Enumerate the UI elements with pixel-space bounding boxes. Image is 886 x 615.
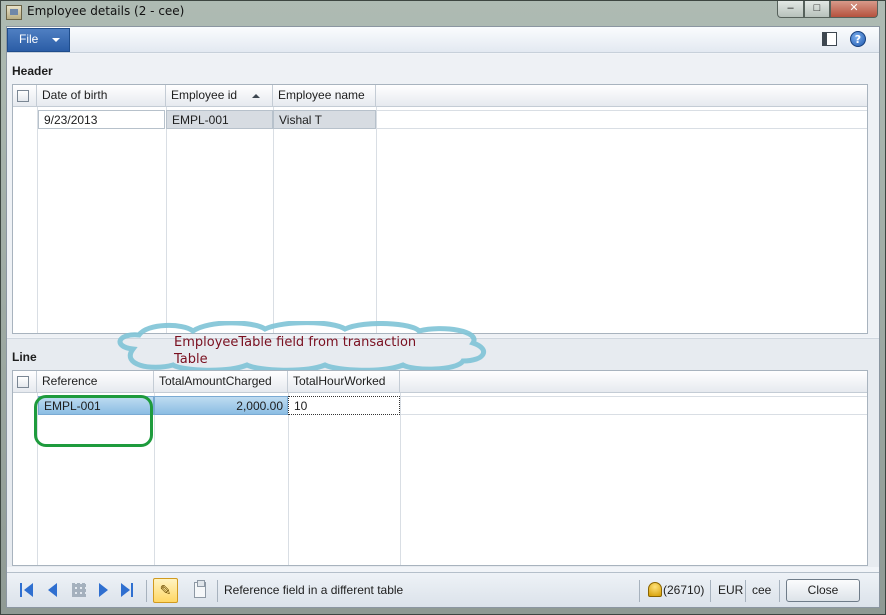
divider: [710, 580, 711, 602]
line-grid-column-headers: Reference TotalAmountCharged TotalHourWo…: [13, 371, 867, 393]
column-header-employee-name[interactable]: Employee name: [273, 85, 376, 107]
column-divider: [288, 393, 289, 565]
header-section-label: Header: [12, 64, 53, 78]
layout-icon[interactable]: [822, 32, 837, 46]
column-divider: [166, 107, 167, 333]
header-grid-column-headers: Date of birth Employee id Employee name: [13, 85, 867, 107]
menu-bar: File ?: [7, 27, 879, 53]
chevron-down-icon: [52, 38, 60, 42]
edit-pencil-icon[interactable]: ✎: [153, 578, 178, 603]
maximize-button[interactable]: □: [804, 1, 830, 18]
column-header-label: Employee id: [171, 88, 238, 102]
divider: [639, 580, 640, 602]
window-close-button[interactable]: ✕: [830, 1, 878, 18]
cell-employee-name[interactable]: Vishal T: [273, 110, 376, 129]
row-filler: [376, 110, 867, 129]
first-record-icon[interactable]: [20, 583, 36, 597]
select-all-column: [13, 85, 37, 107]
divider: [146, 580, 147, 602]
cell-total-hour-worked[interactable]: 10: [288, 396, 400, 415]
notification-bell-icon[interactable]: [648, 582, 662, 597]
select-all-column: [13, 371, 37, 393]
annotation-text: EmployeeTable field from transaction Tab…: [174, 335, 417, 367]
form-client-area: File ? Header Date of birth Employee id …: [6, 26, 880, 608]
select-all-checkbox[interactable]: [17, 90, 29, 102]
application-window: Employee details (2 - cee) – □ ✕ File ? …: [0, 0, 886, 615]
column-header-date-of-birth[interactable]: Date of birth: [37, 85, 166, 107]
last-record-icon[interactable]: [121, 583, 137, 597]
divider: [745, 580, 746, 602]
notification-count[interactable]: (26710): [663, 583, 704, 597]
status-message: Reference field in a different table: [224, 583, 404, 597]
column-header-reference[interactable]: Reference: [37, 371, 154, 393]
currency-indicator[interactable]: EUR: [718, 583, 743, 597]
previous-record-icon[interactable]: [46, 583, 62, 597]
column-divider: [376, 107, 377, 333]
window-title: Employee details (2 - cee): [27, 4, 185, 18]
divider: [779, 580, 780, 602]
company-indicator[interactable]: cee: [752, 583, 771, 597]
column-divider: [37, 107, 38, 333]
status-bar: ✎ Reference field in a different table (…: [7, 572, 879, 607]
close-button[interactable]: Close: [786, 579, 860, 602]
cell-total-amount-charged[interactable]: 2,000.00: [154, 396, 288, 415]
row-filler: [400, 396, 867, 415]
select-all-checkbox[interactable]: [17, 376, 29, 388]
column-header-total-amount-charged[interactable]: TotalAmountCharged: [154, 371, 288, 393]
file-menu-button[interactable]: File: [7, 28, 70, 52]
column-divider: [400, 393, 401, 565]
next-record-icon[interactable]: [97, 583, 113, 597]
cell-date-of-birth[interactable]: 9/23/2013: [38, 110, 165, 129]
column-header-total-hour-worked[interactable]: TotalHourWorked: [288, 371, 400, 393]
file-menu-label: File: [19, 32, 39, 46]
column-header-employee-id[interactable]: Employee id: [166, 85, 273, 107]
help-icon[interactable]: ?: [850, 31, 866, 47]
minimize-button[interactable]: –: [777, 1, 804, 18]
header-grid[interactable]: Date of birth Employee id Employee name …: [12, 84, 868, 334]
cell-employee-id[interactable]: EMPL-001: [166, 110, 273, 129]
column-divider: [154, 393, 155, 565]
column-divider: [273, 107, 274, 333]
title-bar[interactable]: Employee details (2 - cee) – □ ✕: [1, 1, 885, 25]
grid-view-icon[interactable]: [72, 583, 86, 597]
divider: [217, 580, 218, 602]
attachment-icon[interactable]: [194, 580, 206, 598]
annotation-highlight-ring: [34, 395, 153, 447]
line-section-label: Line: [12, 350, 37, 364]
sort-ascending-icon: [252, 94, 260, 98]
app-icon[interactable]: [6, 5, 22, 20]
